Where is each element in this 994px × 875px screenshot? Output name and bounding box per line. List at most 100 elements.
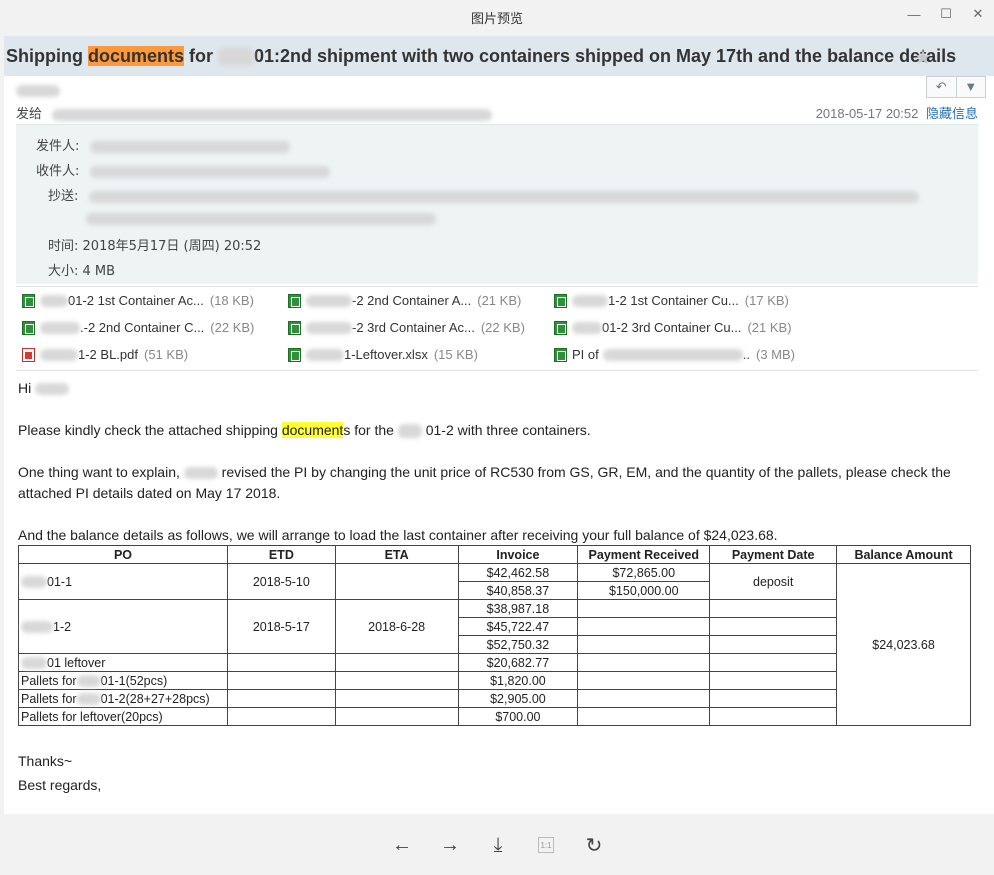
invoice-cell: $2,905.00 [457,689,579,708]
payment-date-cell [709,653,838,672]
cc-row-continued [86,211,436,226]
attachment-item[interactable]: 01-2 3rd Container Cu... (21 KB) [554,320,792,335]
time-value: 2018年5月17日 (周四) 20:52 [82,239,262,254]
invoice-cell: $1,820.00 [457,671,579,690]
excel-icon [22,320,35,335]
reply-controls: ↶ ▼ [926,76,986,98]
po-cell: 01-1 [18,563,228,600]
invoice-cell: $52,750.32 [457,635,579,654]
excel-icon [22,293,35,308]
email-subject: Shipping documents for 01:2nd shipment w… [6,46,957,67]
eta-cell [334,689,459,708]
eta-cell: 2018-6-28 [334,599,459,654]
etd-cell: 2018-5-17 [226,599,336,654]
attachment-item[interactable]: 01-2 1st Container Ac... (18 KB) [22,293,254,308]
col-header-invoice: Invoice [457,545,579,564]
col-header-po: PO [18,545,228,564]
payment-date-cell [709,689,838,708]
maximize-button[interactable]: ☐ [934,4,958,24]
redacted-block [40,321,80,334]
po-cell: Pallets for leftover(20pcs) [18,707,228,726]
pdf-icon [22,347,35,362]
invoice-cell: $20,682.77 [457,653,579,672]
dropdown-arrow-icon[interactable]: ▼ [955,77,986,97]
excel-icon [554,293,567,308]
table-row: Pallets for leftover(20pcs) $700.00 [18,707,971,726]
download-button[interactable]: ⤓ [486,833,510,857]
payment-date-cell [709,707,838,726]
payment-date-cell [709,617,838,636]
paragraph-1: Please kindly check the attached shippin… [18,422,591,439]
attachment-item[interactable]: PI of .. (3 MB) [554,347,795,362]
etd-cell [226,689,336,708]
size-value: 4 MB [82,264,116,279]
payment-received-cell: $72,865.00 [577,563,711,582]
col-header-eta: ETA [334,545,459,564]
divider [16,286,978,287]
excel-icon [554,347,567,362]
paragraph-2-cont: attached PI details dated on May 17 2018… [18,485,281,501]
actual-size-button[interactable]: 1:1 [538,837,554,853]
minimize-button[interactable]: — [902,4,926,24]
col-header-etd: ETD [226,545,336,564]
payment-received-cell [577,707,711,726]
excel-icon [288,347,301,362]
excel-icon [288,320,301,335]
excel-icon [288,293,301,308]
payment-received-cell [577,635,711,654]
balance-table: PO ETD ETA Invoice Payment Received Paym… [18,545,971,726]
invoice-cell: $45,722.47 [457,617,579,636]
redacted-block [88,190,919,203]
redacted-block [306,294,352,307]
redacted-block [16,84,60,97]
cc-row: 抄送: [48,185,919,204]
attachment-item[interactable]: 1-Leftover.xlsx (15 KB) [288,347,478,362]
email-details-panel: 发件人: 收件人: 抄送: 时间: 2018年5月17日 (周四) 20:52 … [16,124,978,284]
previous-image-button[interactable]: ← [390,833,414,857]
thanks: Thanks~ [18,753,73,769]
subject-bar: Shipping documents for 01:2nd shipment w… [4,36,994,76]
etd-cell: 2018-5-10 [226,563,336,600]
payment-received-cell [577,653,711,672]
hide-info-link[interactable]: 隐藏信息 [926,107,978,122]
attachment-item[interactable]: 1-2 1st Container Cu... (17 KB) [554,293,789,308]
redacted-block [572,294,608,307]
col-header-balance: Balance Amount [836,545,971,564]
attachment-item[interactable]: -2 3rd Container Ac... (22 KB) [288,320,525,335]
image-viewport: Shipping documents for 01:2nd shipment w… [4,36,994,814]
eta-cell [334,563,459,600]
redacted-block [183,467,218,480]
time-row: 时间: 2018年5月17日 (周四) 20:52 [48,239,262,254]
date-line: 2018-05-17 20:52 隐藏信息 [816,103,978,122]
payment-date-cell [709,671,838,690]
attachment-item[interactable]: 1-2 BL.pdf (51 KB) [22,347,188,362]
payment-date-cell [709,635,838,654]
redacted-block [306,321,352,334]
redacted-block [35,383,70,396]
redacted-block [40,348,78,361]
table-row: 1-2 2018-5-17 2018-6-28 $38,987.18 [18,599,971,654]
invoice-cell: $700.00 [457,707,579,726]
next-image-button[interactable]: → [438,833,462,857]
reply-icon[interactable]: ↶ [927,77,956,97]
redacted-block [21,576,47,589]
table-row: 01-1 2018-5-10 $42,462.58 $72,865.00 dep… [18,563,971,726]
redacted-block [397,424,422,439]
star-icon[interactable]: ★ [914,45,932,70]
payment-received-cell [577,599,711,618]
divider [16,370,978,371]
payment-received-cell [577,671,711,690]
redacted-block [89,140,290,153]
regards: Best regards, [18,777,102,793]
rotate-button[interactable]: ↻ [582,833,606,857]
redacted-block [76,675,101,688]
po-cell: 01 leftover [18,653,228,672]
close-button[interactable]: ✕ [966,4,990,24]
col-header-payment-date: Payment Date [709,545,838,564]
payment-date-cell [709,599,838,618]
table-row: Pallets for 01-1(52pcs) $1,820.00 [18,671,971,690]
attachment-item[interactable]: .-2 2nd Container C... (22 KB) [22,320,254,335]
attachment-item[interactable]: -2 2nd Container A... (21 KB) [288,293,521,308]
to-line: 发给 [16,103,493,122]
eta-cell [334,671,459,690]
